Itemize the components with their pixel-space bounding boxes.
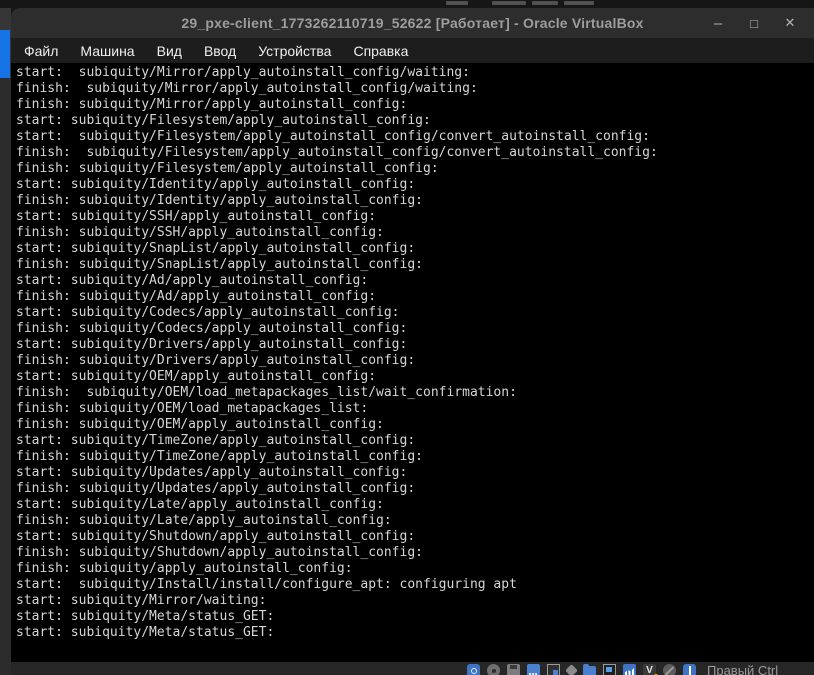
console-line: finish: subiquity/apply_autoinstall_conf… [16,561,814,577]
console-line: finish: subiquity/SnapList/apply_autoins… [16,257,814,273]
statusbar: V Правый Ctrl [11,662,814,675]
menu-machine[interactable]: Машина [69,40,145,62]
console-line: start: subiquity/Mirror/waiting: [16,593,814,609]
background-window-text-fragment [564,1,594,5]
background-window-edge [0,0,814,8]
guest-console[interactable]: start: subiquity/Mirror/apply_autoinstal… [11,63,814,662]
background-window-text-fragment [492,1,526,5]
host-key-label: Правый Ctrl [707,663,778,675]
menubar: Файл Машина Вид Ввод Устройства Справка [11,38,814,63]
close-button[interactable]: ✕ [772,8,808,38]
console-line: start: subiquity/Install/install/configu… [16,577,814,593]
console-line: finish: subiquity/OEM/load_metapackages_… [16,401,814,417]
console-line: start: subiquity/Ad/apply_autoinstall_co… [16,273,814,289]
window-title: 29_pxe-client_1773262110719_52622 [Работ… [181,15,643,31]
hard-disks-icon[interactable] [467,664,480,675]
console-line: finish: subiquity/Identity/apply_autoins… [16,193,814,209]
mouse-integration-icon[interactable] [663,664,676,675]
console-line: start: subiquity/SnapList/apply_autoinst… [16,241,814,257]
console-line: start: subiquity/Codecs/apply_autoinstal… [16,305,814,321]
console-line: finish: subiquity/Mirror/apply_autoinsta… [16,97,814,113]
console-line: finish: subiquity/Mirror/apply_autoinsta… [16,81,814,97]
background-window-text-fragment [446,1,468,5]
menu-devices[interactable]: Устройства [247,40,342,62]
menu-help[interactable]: Справка [342,40,419,62]
network-icon[interactable] [527,664,540,675]
console-line: start: subiquity/Updates/apply_autoinsta… [16,465,814,481]
console-line: finish: subiquity/OEM/load_metapackages_… [16,385,814,401]
console-line: finish: subiquity/Drivers/apply_autoinst… [16,353,814,369]
desktop-edge-lower [0,78,11,675]
console-line: start: subiquity/Meta/status_GET: [16,625,814,641]
titlebar[interactable]: 29_pxe-client_1773262110719_52622 [Работ… [11,8,814,38]
screen-capture-icon[interactable] [547,664,560,675]
console-line: finish: subiquity/TimeZone/apply_autoins… [16,449,814,465]
console-line: finish: subiquity/Shutdown/apply_autoins… [16,545,814,561]
console-line: start: subiquity/Late/apply_autoinstall_… [16,497,814,513]
console-line: finish: subiquity/SSH/apply_autoinstall_… [16,225,814,241]
shared-folders-icon[interactable] [583,666,596,675]
floppy-drives-icon[interactable] [507,664,520,675]
console-line: start: subiquity/Filesystem/apply_autoin… [16,113,814,129]
menu-input[interactable]: Ввод [193,40,247,62]
console-line: start: subiquity/Filesystem/apply_autoin… [16,129,814,145]
console-line: finish: subiquity/OEM/apply_autoinstall_… [16,417,814,433]
console-line: start: subiquity/Meta/status_GET: [16,609,814,625]
maximize-button[interactable]: □ [736,8,772,38]
optical-drives-icon[interactable] [487,664,500,675]
console-line: start: subiquity/SSH/apply_autoinstall_c… [16,209,814,225]
features-icon[interactable]: V [643,664,656,675]
menu-view[interactable]: Вид [146,40,193,62]
console-line: finish: subiquity/Late/apply_autoinstall… [16,513,814,529]
console-line: start: subiquity/Drivers/apply_autoinsta… [16,337,814,353]
keyboard-capture-icon[interactable] [683,664,696,675]
background-window-text-fragment [532,1,558,5]
console-line: finish: subiquity/Ad/apply_autoinstall_c… [16,289,814,305]
console-line: finish: subiquity/Updates/apply_autoinst… [16,481,814,497]
usb-icon[interactable] [565,664,578,675]
display-icon[interactable] [603,664,616,675]
console-line: finish: subiquity/Filesystem/apply_autoi… [16,161,814,177]
window-controls: – □ ✕ [700,8,808,38]
console-line: start: subiquity/OEM/apply_autoinstall_c… [16,369,814,385]
console-line: finish: subiquity/Filesystem/apply_autoi… [16,145,814,161]
taskbar-accent-bar [0,30,10,78]
screen: 29_pxe-client_1773262110719_52622 [Работ… [0,0,814,675]
minimize-button[interactable]: – [700,8,736,38]
virtualbox-window: 29_pxe-client_1773262110719_52622 [Работ… [11,8,814,675]
console-line: start: subiquity/Shutdown/apply_autoinst… [16,529,814,545]
console-line: start: subiquity/TimeZone/apply_autoinst… [16,433,814,449]
recording-icon[interactable] [623,664,636,675]
menu-file[interactable]: Файл [13,40,69,62]
console-line: start: subiquity/Mirror/apply_autoinstal… [16,65,814,81]
console-line: finish: subiquity/Codecs/apply_autoinsta… [16,321,814,337]
console-line: start: subiquity/Identity/apply_autoinst… [16,177,814,193]
